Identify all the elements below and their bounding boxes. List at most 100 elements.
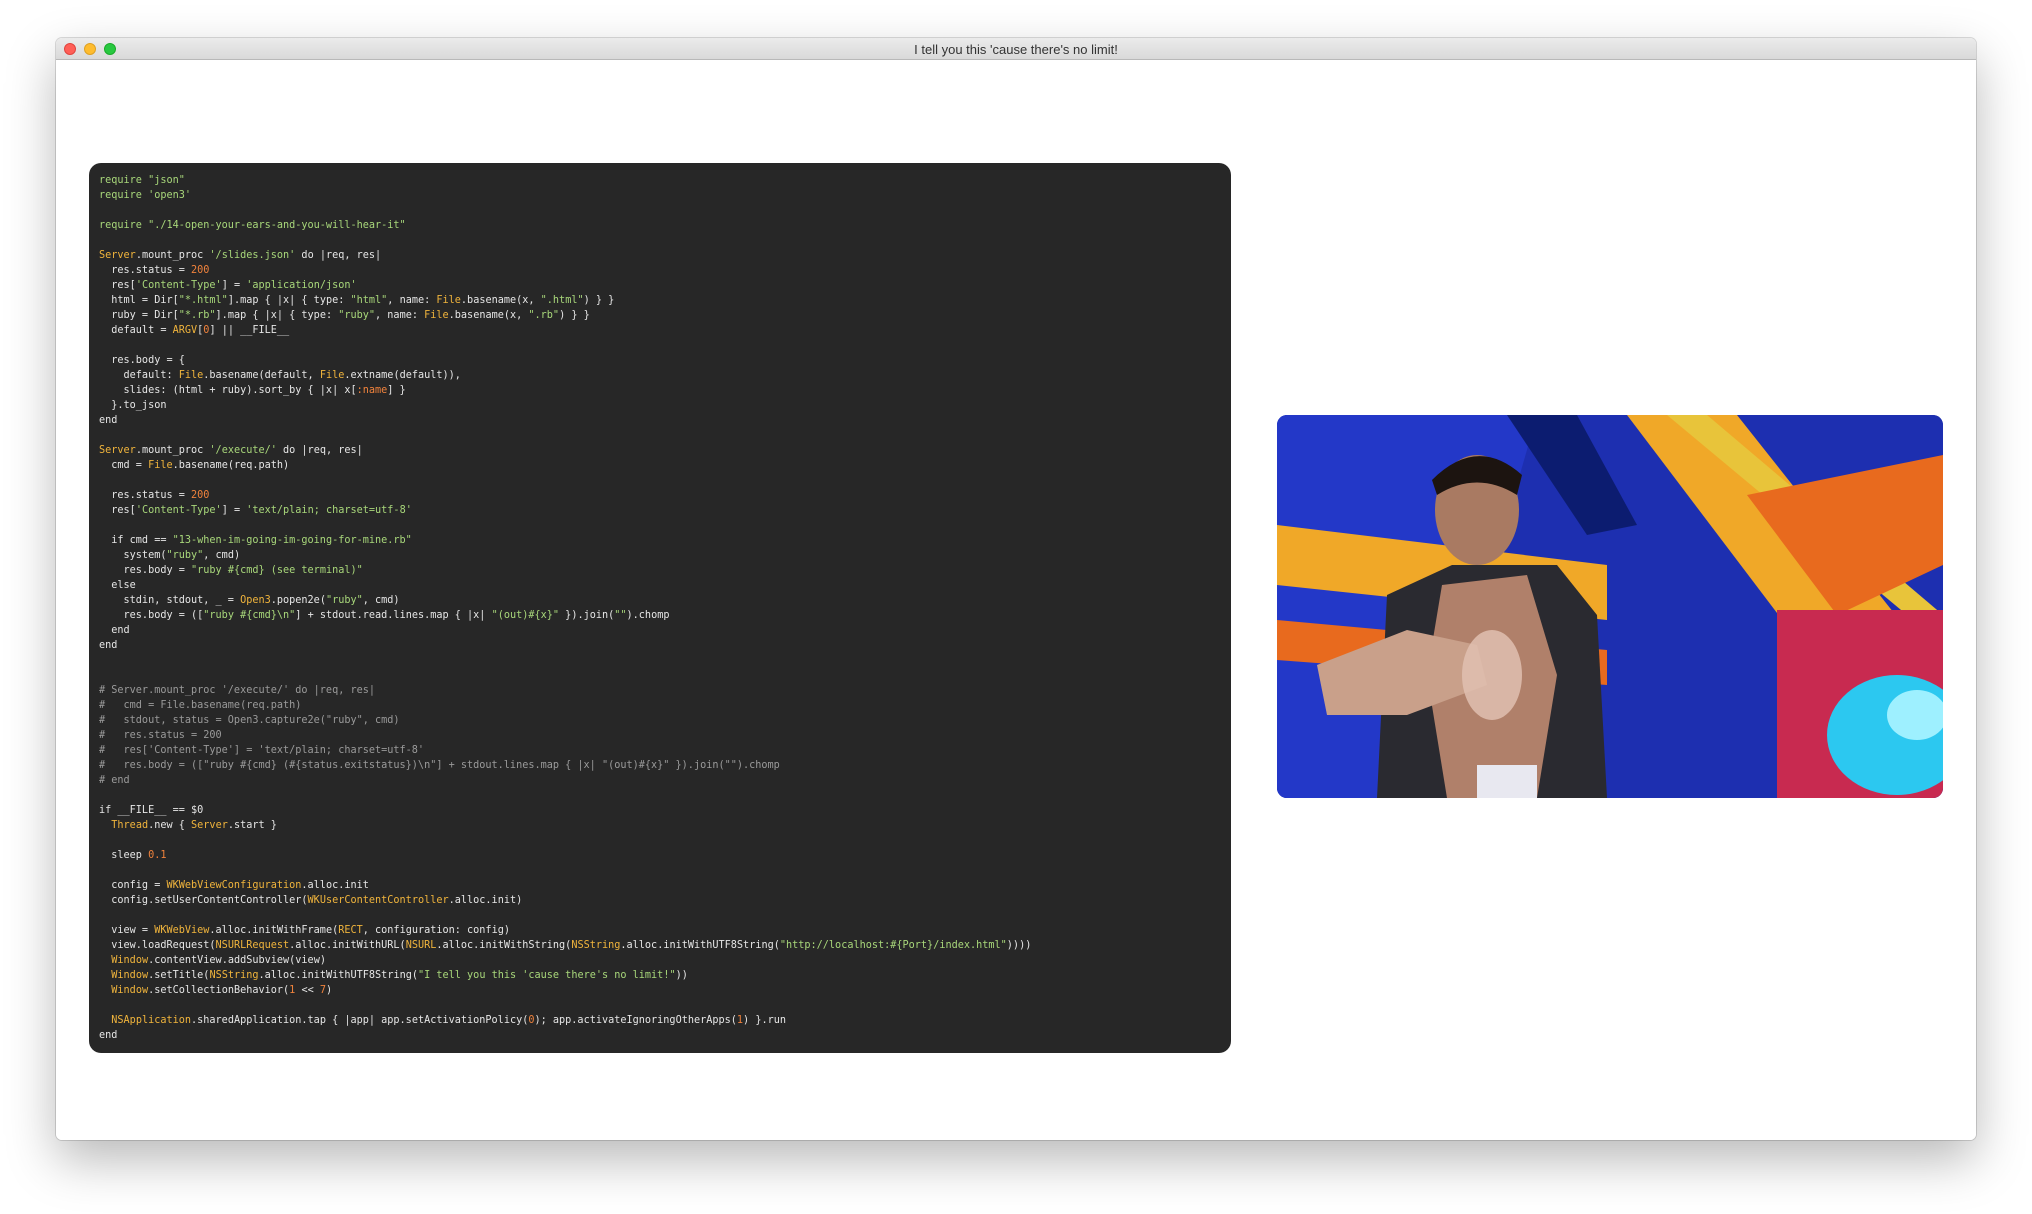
code-token: require "./14-open-your-ears-and-you-wil… xyxy=(99,220,406,231)
code-token: .extname(default)), xyxy=(344,370,461,381)
code-token: Window xyxy=(111,955,149,966)
code-line: # res.body = (["ruby #{cmd} (#{status.ex… xyxy=(99,758,1221,773)
code-token: "(out)#{x}" xyxy=(491,610,560,621)
code-line: ruby = Dir["*.rb"].map { |x| { type: "ru… xyxy=(99,308,1221,323)
code-token: File xyxy=(436,295,461,306)
code-token: ] || __FILE__ xyxy=(209,325,290,336)
code-line: res.body = { xyxy=(99,353,1221,368)
code-token: Thread xyxy=(111,820,149,831)
code-token: WKUserContentController xyxy=(307,895,449,906)
code-token: require 'open3' xyxy=(99,190,192,201)
code-token: if __FILE__ == $0 xyxy=(99,805,204,816)
web-view: require "json" require 'open3' require "./… xyxy=(56,61,1976,1140)
code-line: require "json" xyxy=(99,173,1221,188)
code-line: res.body = "ruby #{cmd} (see terminal)" xyxy=(99,563,1221,578)
app-window: I tell you this 'cause there's no limit!… xyxy=(56,38,1976,1140)
code-token: File xyxy=(424,310,449,321)
code-token: ARGV xyxy=(172,325,198,336)
code-token: .popen2e( xyxy=(270,595,326,606)
code-line: Server.mount_proc '/execute/' do |req, r… xyxy=(99,443,1221,458)
code-token: .alloc.initWithFrame( xyxy=(209,925,339,936)
code-token: res.status = xyxy=(99,490,192,501)
code-token: .basename(x, xyxy=(448,310,529,321)
code-token: .contentView.addSubview(view) xyxy=(148,955,326,966)
code-token: , name: xyxy=(387,295,437,306)
code-token: slides: (html + ruby).sort_by { |x| x[ xyxy=(99,385,357,396)
code-token: WKWebView xyxy=(154,925,210,936)
code-token: '/execute/' xyxy=(209,445,277,456)
code-token: , cmd) xyxy=(362,595,400,606)
code-line: res.status = 200 xyxy=(99,263,1221,278)
code-token: "13-when-im-going-im-going-for-mine.rb" xyxy=(172,535,412,546)
code-token: "ruby" xyxy=(325,595,363,606)
code-line: # stdout, status = Open3.capture2e("ruby… xyxy=(99,713,1221,728)
code-token: NSURL xyxy=(405,940,437,951)
code-line: Window.setCollectionBehavior(1 << 7) xyxy=(99,983,1221,998)
code-token: config.setUserContentController( xyxy=(99,895,308,906)
code-token: view.loadRequest( xyxy=(99,940,216,951)
code-line: # res.status = 200 xyxy=(99,728,1221,743)
code-token: Server xyxy=(99,250,136,261)
code-line: config.setUserContentController(WKUserCo… xyxy=(99,893,1221,908)
code-token: Server xyxy=(99,445,136,456)
code-token: .sharedApplication.tap { |app| app.setAc… xyxy=(191,1015,529,1026)
code-token: res[ xyxy=(99,280,136,291)
code-token: cmd = xyxy=(99,460,149,471)
title-bar[interactable]: I tell you this 'cause there's no limit! xyxy=(56,38,1976,60)
code-token: .alloc.init xyxy=(301,880,369,891)
code-token: config = xyxy=(99,880,167,891)
code-token: }).join( xyxy=(559,610,615,621)
code-token: "ruby" xyxy=(166,550,204,561)
code-token: Window xyxy=(111,970,149,981)
window-title: I tell you this 'cause there's no limit! xyxy=(914,42,1118,57)
video-frame[interactable] xyxy=(1277,415,1943,798)
code-token: # Server.mount_proc '/execute/' do |req,… xyxy=(99,685,376,696)
code-token: .basename(default, xyxy=(203,370,320,381)
code-token: end xyxy=(99,640,118,651)
code-token: 'Content-Type' xyxy=(135,505,222,516)
code-token: ruby = Dir[ xyxy=(99,310,179,321)
code-token: "*.rb" xyxy=(178,310,216,321)
code-token: # res.status = 200 xyxy=(99,730,222,741)
code-token: Server xyxy=(191,820,228,831)
code-token: .mount_proc xyxy=(135,445,210,456)
code-line: res['Content-Type'] = 'application/json' xyxy=(99,278,1221,293)
code-token: # res.body = (["ruby #{cmd} (#{status.ex… xyxy=(99,760,780,771)
code-token: Open3 xyxy=(240,595,271,606)
code-token: )) xyxy=(675,970,688,981)
code-token: ] = xyxy=(221,505,247,516)
code-line: end xyxy=(99,1028,1221,1043)
code-line: require 'open3' xyxy=(99,188,1221,203)
code-token: .setCollectionBehavior( xyxy=(148,985,290,996)
code-token: File xyxy=(178,370,204,381)
code-token: require "json" xyxy=(99,175,185,186)
code-token: # cmd = File.basename(req.path) xyxy=(99,700,302,711)
code-token: end xyxy=(99,625,130,636)
code-line: res.status = 200 xyxy=(99,488,1221,503)
code-token: , cmd) xyxy=(203,550,241,561)
code-line: res.body = (["ruby #{cmd}\n"] + stdout.r… xyxy=(99,608,1221,623)
code-token: :name xyxy=(356,385,388,396)
code-token: 0.1 xyxy=(148,850,167,861)
code-token: NSString xyxy=(571,940,621,951)
code-token: do |req, res| xyxy=(295,250,382,261)
code-token: html = Dir[ xyxy=(99,295,179,306)
code-token: end xyxy=(99,1030,118,1041)
code-token: # stdout, status = Open3.capture2e("ruby… xyxy=(99,715,400,726)
code-token: # res['Content-Type'] = 'text/plain; cha… xyxy=(99,745,425,756)
code-token: "ruby #{cmd}\n" xyxy=(203,610,296,621)
code-token: ); app.activateIgnoringOtherApps( xyxy=(534,1015,737,1026)
code-token: RECT xyxy=(338,925,363,936)
code-token: ) } } xyxy=(583,295,615,306)
code-token: .start } xyxy=(227,820,277,831)
code-line: }.to_json xyxy=(99,398,1221,413)
